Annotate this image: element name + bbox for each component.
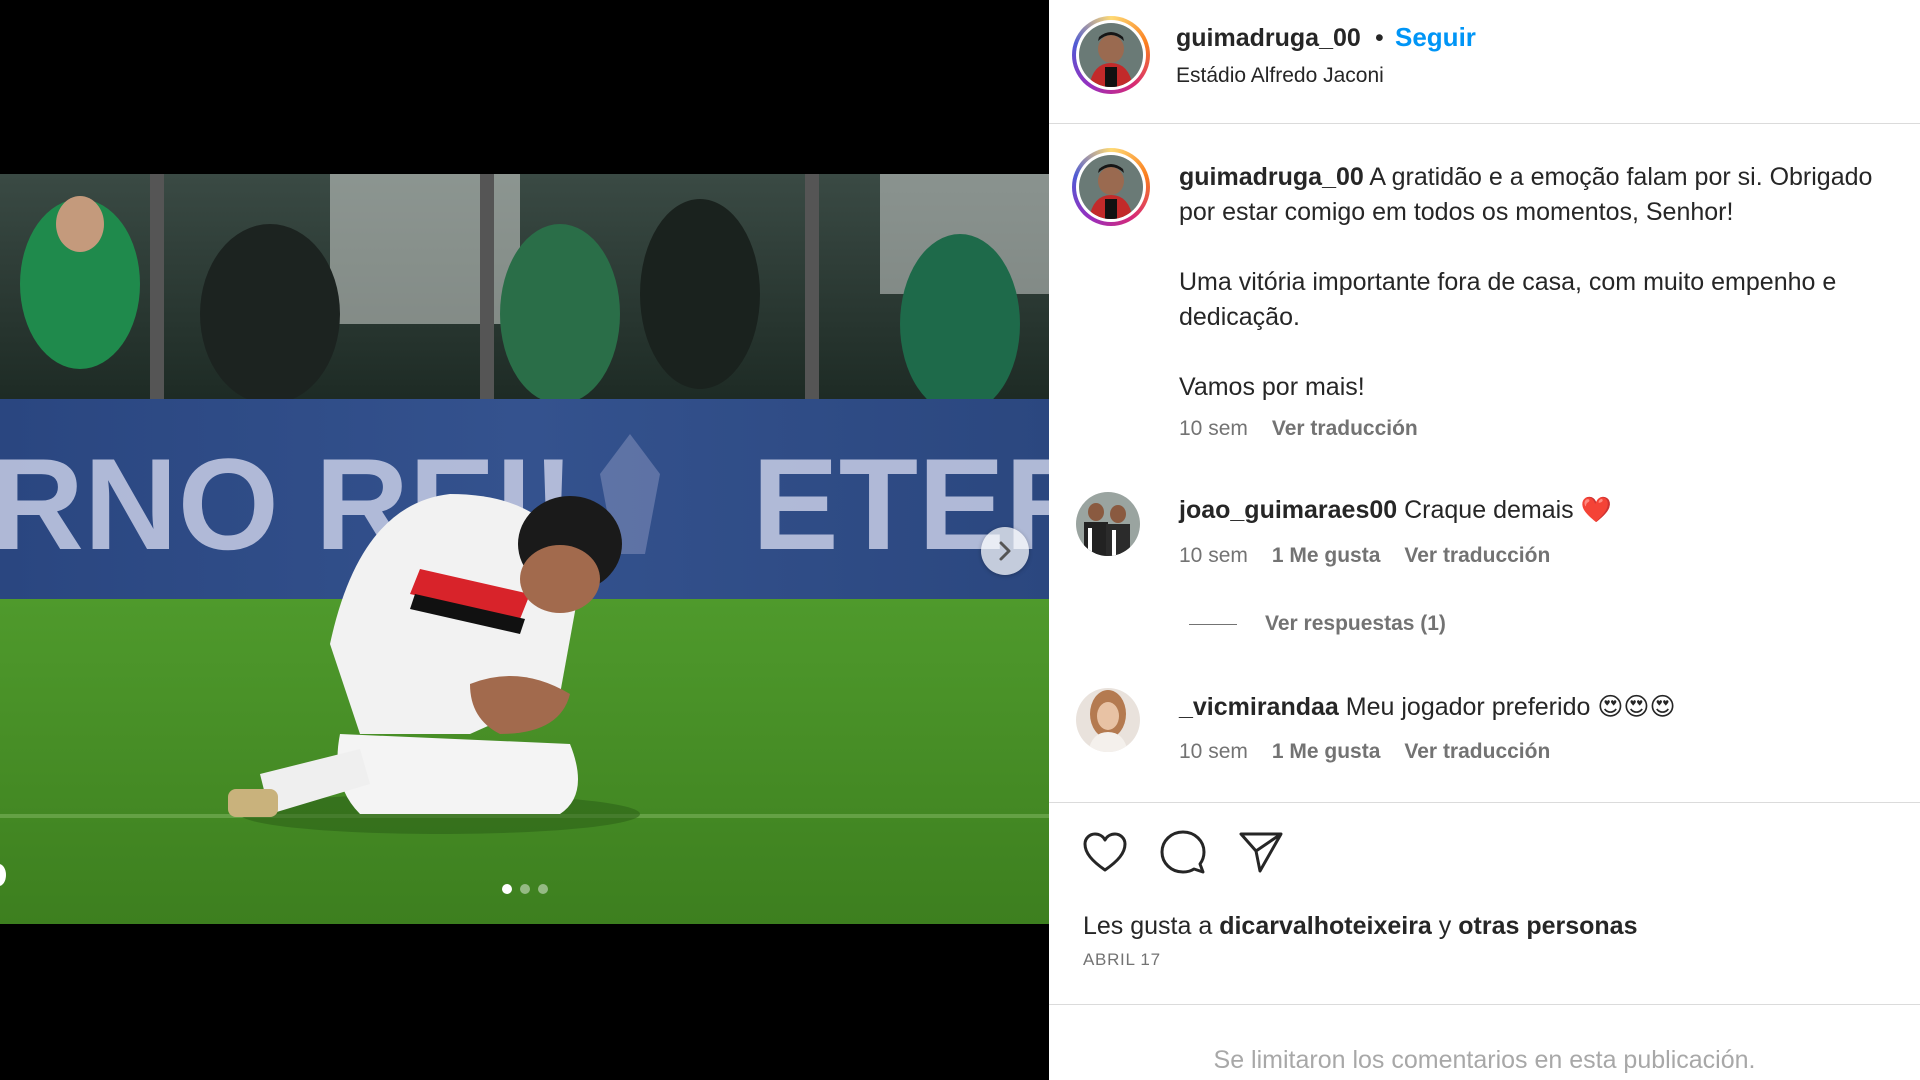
- instagram-post: RNO REI! ETERN: [0, 0, 1920, 1080]
- comment-text: Meu jogador preferido: [1345, 693, 1591, 721]
- liker-username[interactable]: dicarvalhoteixeira: [1219, 912, 1432, 940]
- caption-translate-button[interactable]: Ver traducción: [1272, 411, 1418, 446]
- follow-button[interactable]: Seguir: [1395, 22, 1476, 53]
- post-location[interactable]: Estádio Alfredo Jaconi: [1176, 64, 1384, 88]
- likes-prefix: Les gusta a: [1083, 912, 1213, 940]
- likes-summary[interactable]: Les gusta a dicarvalhoteixeira y otras p…: [1083, 912, 1638, 941]
- story-ring[interactable]: [1072, 16, 1150, 94]
- comment-icon: [1160, 830, 1206, 874]
- author-username[interactable]: guimadruga_00: [1176, 24, 1361, 53]
- like-button[interactable]: [1081, 828, 1129, 876]
- caption-line-1: A gratidão e a emoção falam por si. Obri…: [1369, 163, 1873, 191]
- carousel-dot-3[interactable]: [537, 884, 548, 894]
- comment-text: Craque demais: [1404, 496, 1574, 524]
- caption-avatar[interactable]: [1079, 155, 1143, 219]
- heart-icon: [1083, 832, 1127, 872]
- post-details-panel: guimadruga_00 • Seguir Estádio Alfredo J…: [1049, 0, 1920, 1080]
- post-photo[interactable]: RNO REI! ETERN: [0, 174, 1049, 924]
- comments-limited-notice: Se limitaron los comentarios en esta pub…: [1213, 1046, 1756, 1074]
- caption-story-ring[interactable]: [1072, 148, 1150, 226]
- caption-line-3: Uma vitória importante fora de casa, com…: [1179, 268, 1837, 296]
- likes-joiner: y: [1438, 912, 1452, 940]
- post-date[interactable]: ABRIL 17: [1083, 950, 1161, 970]
- commenter-username[interactable]: _vicmirandaa: [1179, 693, 1339, 721]
- comment-time[interactable]: 10 sem: [1179, 544, 1248, 568]
- commenter-avatar[interactable]: [1076, 688, 1140, 752]
- commenter-avatar[interactable]: [1076, 492, 1140, 556]
- chevron-right-icon: [999, 541, 1011, 561]
- commenter-username[interactable]: joao_guimaraes00: [1179, 496, 1397, 524]
- comment-likes[interactable]: 1 Me gusta: [1272, 740, 1381, 764]
- caption-username[interactable]: guimadruga_00: [1179, 163, 1364, 191]
- carousel-dots: [0, 884, 1049, 894]
- divider: [1049, 802, 1920, 803]
- share-button[interactable]: [1237, 828, 1285, 876]
- carousel-dot-1[interactable]: [501, 884, 512, 894]
- likes-others[interactable]: otras personas: [1458, 912, 1637, 940]
- comment-translate-button[interactable]: Ver traducción: [1404, 544, 1550, 568]
- header-separator: •: [1375, 24, 1384, 52]
- comment-translate-button[interactable]: Ver traducción: [1404, 740, 1550, 764]
- heart-emoji: ❤️: [1580, 496, 1612, 524]
- view-replies-label: Ver respuestas (1): [1265, 612, 1446, 635]
- caption-meta: 10 sem Ver traducción: [1179, 411, 1920, 446]
- heart-eyes-emoji: 😍😍😍: [1597, 693, 1676, 721]
- caption-line-5: Vamos por mais!: [1179, 373, 1365, 401]
- post-actions: [1081, 828, 1285, 876]
- comment-meta: 10 sem 1 Me gusta Ver traducción: [1179, 740, 1550, 764]
- next-photo-button[interactable]: [981, 527, 1029, 575]
- send-icon: [1239, 832, 1283, 873]
- carousel-dot-2[interactable]: [519, 884, 530, 894]
- post-media: RNO REI! ETERN: [0, 0, 1049, 1080]
- comment-meta: 10 sem 1 Me gusta Ver traducción: [1179, 544, 1550, 568]
- author-avatar[interactable]: [1079, 23, 1143, 87]
- replies-divider: [1189, 623, 1237, 625]
- caption-line-2: por estar comigo em todos os momentos, S…: [1179, 198, 1734, 226]
- caption-time[interactable]: 10 sem: [1179, 411, 1248, 446]
- divider: [1049, 1004, 1920, 1005]
- post-caption: guimadruga_00 A gratidão e a emoção fala…: [1179, 160, 1920, 446]
- comment-likes[interactable]: 1 Me gusta: [1272, 544, 1381, 568]
- post-header: guimadruga_00 • Seguir Estádio Alfredo J…: [1049, 0, 1920, 124]
- comment-button[interactable]: [1159, 828, 1207, 876]
- comment-time[interactable]: 10 sem: [1179, 740, 1248, 764]
- caption-line-4: dedicação.: [1179, 303, 1300, 331]
- view-replies-button[interactable]: Ver respuestas (1): [1189, 612, 1446, 636]
